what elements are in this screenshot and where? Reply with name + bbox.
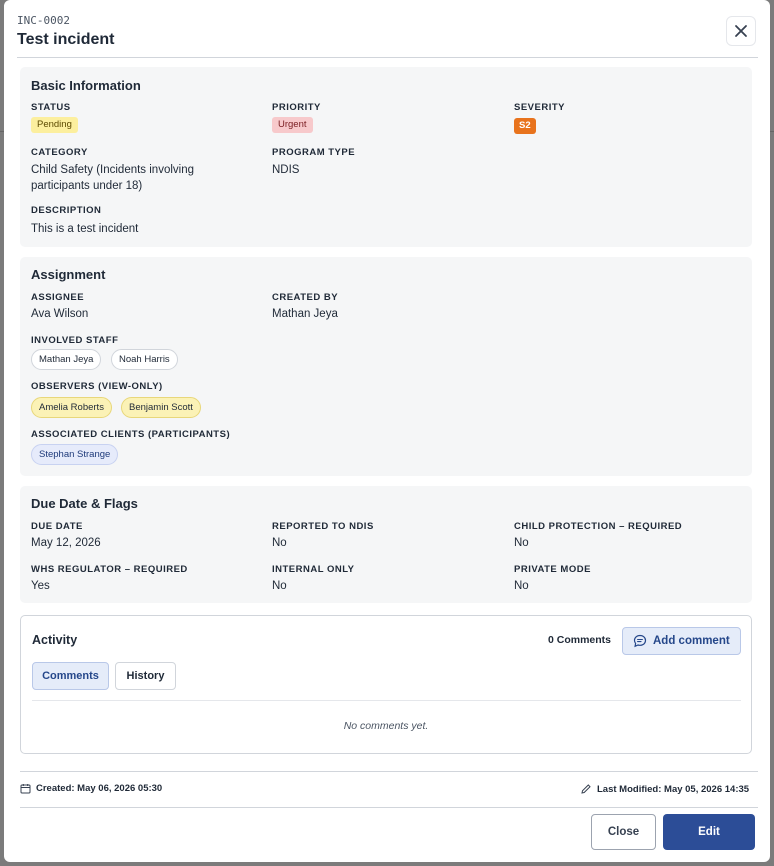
backdrop-divider <box>770 131 774 132</box>
comment-count: 0 Comments <box>548 634 612 646</box>
due-date-value: May 12, 2026 <box>31 537 101 549</box>
incident-id: INC-0002 <box>17 14 70 27</box>
reported-ndis-label: REPORTED TO NDIS <box>272 521 374 532</box>
footer-divider <box>20 807 758 808</box>
description-value: This is a test incident <box>31 223 139 235</box>
pencil-icon <box>581 784 591 794</box>
basic-information-card: Basic Information STATUS Pending PRIORIT… <box>20 67 752 247</box>
modal-header: INC-0002 Test incident <box>4 0 770 58</box>
observers-label: OBSERVERS (VIEW-ONLY) <box>31 381 163 392</box>
internal-only-label: INTERNAL ONLY <box>272 564 355 575</box>
close-icon <box>735 25 747 37</box>
severity-badge: S2 <box>514 118 536 134</box>
activity-panel: Activity 0 Comments Add comment Comments… <box>20 615 752 754</box>
created-timestamp: Created: May 06, 2026 05:30 <box>36 783 163 794</box>
basic-information-title: Basic Information <box>31 78 141 93</box>
add-comment-label: Add comment <box>653 635 730 647</box>
whs-regulator-label: WHS REGULATOR – REQUIRED <box>31 564 188 575</box>
assignee-value: Ava Wilson <box>31 308 89 320</box>
modified-meta: Last Modified: May 05, 2026 14:35 <box>580 783 749 795</box>
category-value-line2: participants under 18) <box>31 180 143 192</box>
observer-chip: Amelia Roberts <box>31 397 112 418</box>
category-label: CATEGORY <box>31 147 88 158</box>
status-label: STATUS <box>31 102 71 113</box>
created-by-label: CREATED BY <box>272 292 339 303</box>
due-date-flags-card: Due Date & Flags DUE DATE May 12, 2026 R… <box>20 486 752 603</box>
involved-staff-chip: Mathan Jeya <box>31 349 102 370</box>
priority-label: PRIORITY <box>272 102 321 113</box>
assignment-title: Assignment <box>31 267 106 282</box>
modified-timestamp: Last Modified: May 05, 2026 14:35 <box>597 783 750 795</box>
priority-badge: Urgent <box>272 117 313 133</box>
program-type-label: PROGRAM TYPE <box>272 147 356 158</box>
activity-divider <box>32 700 741 701</box>
created-meta: Created: May 06, 2026 05:30 <box>20 783 162 794</box>
private-mode-value: No <box>514 580 529 592</box>
due-date-label: DUE DATE <box>31 521 83 532</box>
assignment-card: Assignment ASSIGNEE Ava Wilson CREATED B… <box>20 257 752 476</box>
activity-title: Activity <box>32 633 78 647</box>
status-badge: Pending <box>31 117 78 133</box>
severity-label: SEVERITY <box>514 102 565 113</box>
child-protection-label: CHILD PROTECTION – REQUIRED <box>514 521 683 532</box>
private-mode-label: PRIVATE MODE <box>514 564 591 575</box>
close-modal-button[interactable]: Close <box>591 814 656 850</box>
tab-comments[interactable]: Comments <box>32 662 109 690</box>
empty-comments-message: No comments yet. <box>343 720 429 732</box>
child-protection-value: No <box>514 537 529 549</box>
program-type-value: NDIS <box>272 164 300 176</box>
close-button[interactable] <box>726 16 756 46</box>
client-chip: Stephan Strange <box>31 444 119 465</box>
involved-staff-chip: Noah Harris <box>111 349 178 370</box>
assignee-label: ASSIGNEE <box>31 292 85 303</box>
tab-history[interactable]: History <box>115 662 176 690</box>
edit-button[interactable]: Edit <box>663 814 755 850</box>
due-date-flags-title: Due Date & Flags <box>31 496 138 511</box>
created-by-value: Mathan Jeya <box>272 308 338 320</box>
incident-modal: INC-0002 Test incident Basic Information… <box>4 0 770 862</box>
internal-only-value: No <box>272 580 287 592</box>
whs-regulator-value: Yes <box>31 580 50 592</box>
header-divider <box>17 57 758 58</box>
reported-ndis-value: No <box>272 537 287 549</box>
meta-divider <box>20 771 758 772</box>
comment-icon <box>633 634 647 648</box>
involved-staff-label: INVOLVED STAFF <box>31 335 119 346</box>
incident-title: Test incident <box>17 31 115 48</box>
add-comment-button[interactable]: Add comment <box>622 627 741 655</box>
category-value-line1: Child Safety (Incidents involving <box>31 164 194 176</box>
observer-chip: Benjamin Scott <box>121 397 201 418</box>
calendar-icon <box>20 784 31 794</box>
associated-clients-label: ASSOCIATED CLIENTS (PARTICIPANTS) <box>31 429 231 440</box>
description-label: DESCRIPTION <box>31 205 102 216</box>
